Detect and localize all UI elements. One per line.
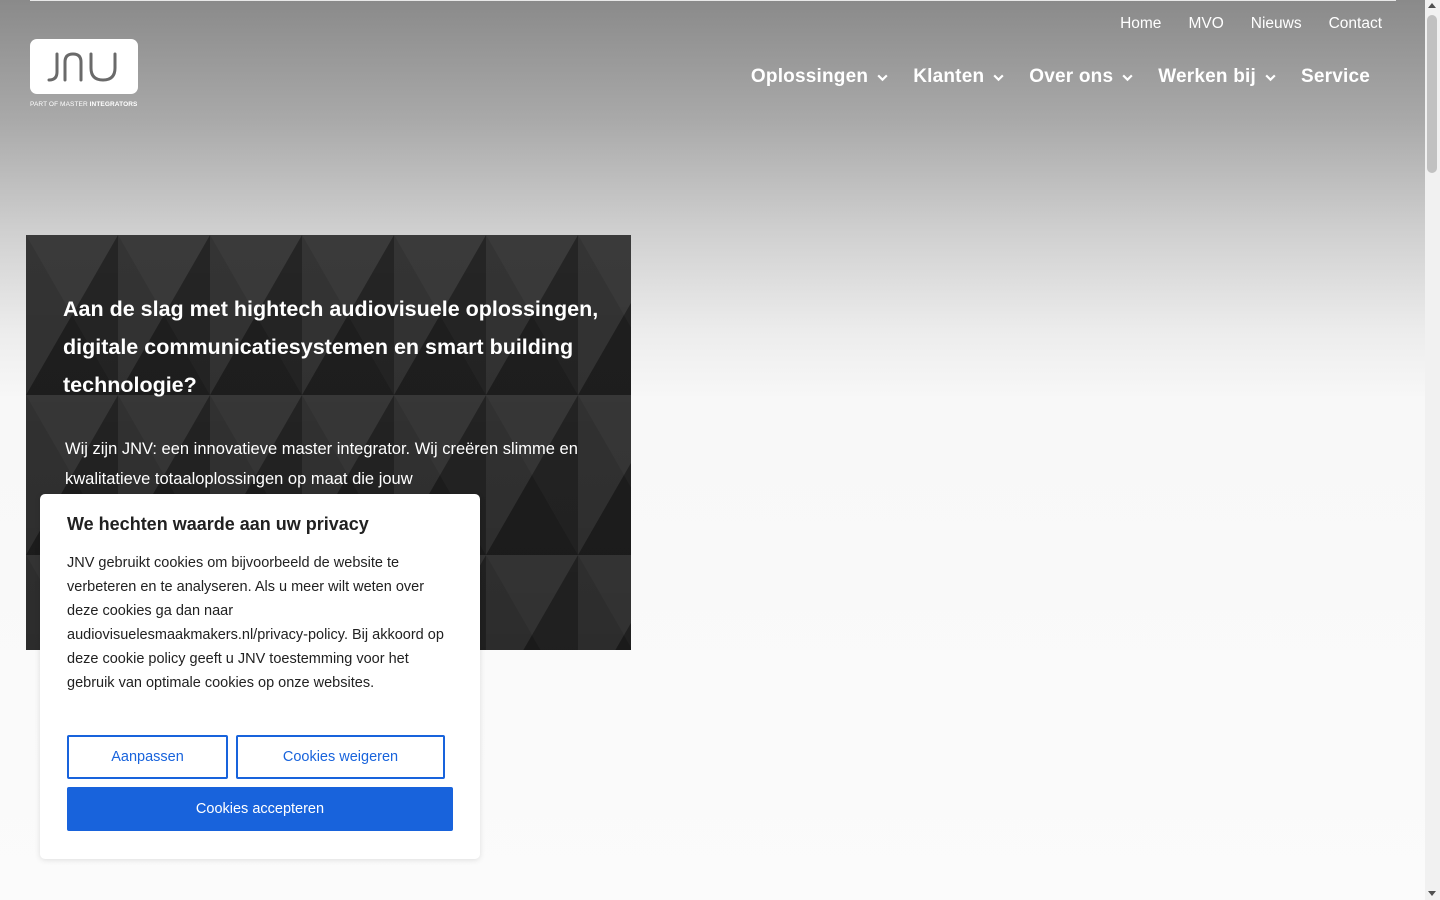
logo-tagline: PART OF MASTER INTEGRATORS	[30, 101, 138, 108]
top-links: Home MVO Nieuws Contact	[1107, 14, 1382, 34]
hero-text: Wij zijn JNV: een innovatieve master int…	[65, 440, 578, 488]
reject-cookies-button[interactable]: Cookies weigeren	[236, 735, 445, 779]
nav-item-label: Service	[1300, 66, 1370, 87]
cookie-title: We hechten waarde aan uw privacy	[67, 514, 369, 534]
scroll-up-arrow-icon[interactable]	[1428, 3, 1436, 8]
top-link-home[interactable]: Home	[1107, 14, 1175, 34]
nav-item-werken-bij[interactable]: Werken bij	[1158, 66, 1277, 88]
nav-item-label: Oplossingen	[750, 66, 869, 87]
top-link-nieuws[interactable]: Nieuws	[1237, 14, 1315, 34]
chevron-down-icon	[993, 74, 1004, 81]
chevron-down-icon	[1122, 74, 1133, 81]
logo-mark	[30, 39, 138, 94]
chevron-down-icon	[877, 74, 888, 81]
jnv-logo[interactable]: PART OF MASTER INTEGRATORS	[30, 39, 142, 113]
accept-cookies-button[interactable]: Cookies accepteren	[67, 787, 453, 831]
scroll-down-arrow-icon[interactable]	[1428, 891, 1436, 896]
top-divider	[30, 0, 1396, 1]
nav-item-klanten[interactable]: Klanten	[913, 66, 1005, 88]
page: PART OF MASTER INTEGRATORS Home MVO Nieu…	[0, 0, 1425, 900]
main-nav: Oplossingen Klanten Over ons Werken bij …	[751, 66, 1370, 88]
scroll-thumb[interactable]	[1427, 15, 1437, 173]
nav-item-label: Werken bij	[1158, 66, 1256, 87]
nav-item-over-ons[interactable]: Over ons	[1029, 66, 1134, 88]
top-link-contact[interactable]: Contact	[1315, 14, 1382, 34]
vertical-scrollbar[interactable]	[1425, 0, 1440, 900]
nav-item-oplossingen[interactable]: Oplossingen	[751, 66, 889, 88]
top-link-mvo[interactable]: MVO	[1175, 14, 1237, 34]
nav-item-label: Over ons	[1029, 66, 1114, 87]
hero-title: Aan de slag met hightech audiovisuele op…	[63, 297, 599, 397]
nav-item-label: Klanten	[913, 66, 985, 87]
cookie-consent-dialog: We hechten waarde aan uw privacy JNV geb…	[40, 494, 480, 859]
cookie-description: JNV gebruikt cookies om bijvoorbeeld de …	[67, 555, 444, 691]
chevron-down-icon	[1265, 74, 1276, 81]
customize-button[interactable]: Aanpassen	[67, 735, 228, 779]
nav-item-service[interactable]: Service	[1301, 66, 1370, 88]
jnv-logo-icon	[47, 51, 117, 82]
